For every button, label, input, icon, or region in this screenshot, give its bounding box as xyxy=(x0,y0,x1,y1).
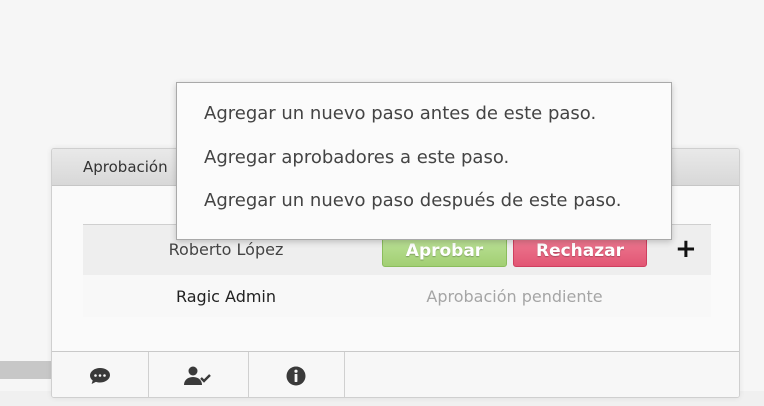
pending-status: Aprobación pendiente xyxy=(426,287,603,306)
approval-panel-title: Aprobación xyxy=(83,158,168,176)
user-check-icon xyxy=(184,366,211,385)
add-step-button[interactable]: + xyxy=(675,233,697,265)
tab-info[interactable] xyxy=(248,352,345,397)
approver-name: Roberto López xyxy=(168,240,284,259)
menu-item-add-step-before[interactable]: Agregar un nuevo paso antes de este paso… xyxy=(204,103,596,124)
approval-row: Ragic Admin Aprobación pendiente xyxy=(83,275,711,317)
comment-icon xyxy=(90,368,110,384)
panel-footer-tabs xyxy=(52,351,739,397)
approver-name: Ragic Admin xyxy=(175,287,277,306)
tab-comments[interactable] xyxy=(52,352,149,397)
context-menu: Agregar un nuevo paso antes de este paso… xyxy=(176,82,672,240)
background-strip xyxy=(0,361,52,379)
menu-item-add-approvers[interactable]: Agregar aprobadores a este paso. xyxy=(204,147,509,168)
info-icon xyxy=(286,366,306,386)
menu-item-add-step-after[interactable]: Agregar un nuevo paso después de este pa… xyxy=(204,190,621,211)
tab-approvers[interactable] xyxy=(148,352,249,397)
